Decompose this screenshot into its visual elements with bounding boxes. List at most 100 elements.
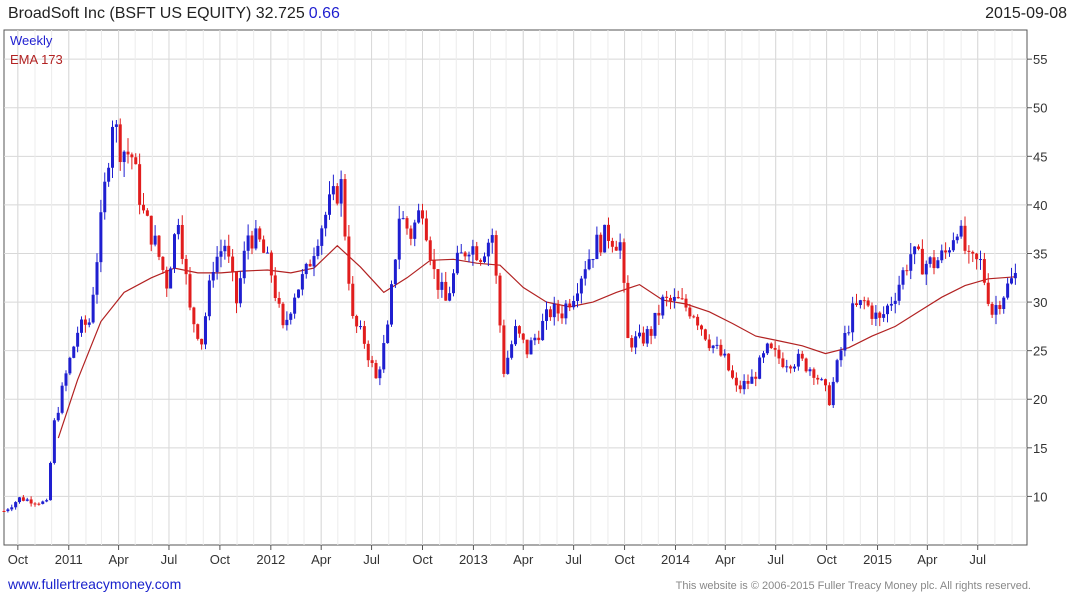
x-tick-label: Apr <box>917 552 938 567</box>
candle-down <box>475 246 479 261</box>
candle-down <box>812 369 816 378</box>
candle-up <box>114 124 118 127</box>
candle-up <box>514 326 517 345</box>
x-tick-label: 2014 <box>661 552 690 567</box>
y-tick-label: 35 <box>1033 246 1047 261</box>
x-tick-label: Apr <box>108 552 129 567</box>
candle-down <box>366 343 370 361</box>
candle-up <box>91 294 95 323</box>
candle-down <box>862 300 866 302</box>
candle-up <box>661 296 665 316</box>
candle-up <box>246 235 250 251</box>
candle-up <box>99 212 103 263</box>
candle-down <box>777 349 781 359</box>
candle-down <box>971 251 975 254</box>
candle-up <box>572 300 576 308</box>
candle-up <box>393 259 397 285</box>
x-tick-label: Oct <box>8 552 29 567</box>
site-link[interactable]: www.fullertreacymoney.com <box>8 576 181 592</box>
candle-up <box>111 126 114 168</box>
candle-up <box>994 305 998 315</box>
candle-up <box>552 303 556 318</box>
candle-down <box>250 235 254 249</box>
candle-up <box>378 369 382 379</box>
candle-down <box>986 282 990 304</box>
candle-down <box>421 210 424 219</box>
x-tick-label: Apr <box>513 552 534 567</box>
candle-up <box>808 369 812 372</box>
candle-down <box>804 358 808 372</box>
candle-up <box>18 497 21 503</box>
candle-down <box>444 281 448 301</box>
candle-up <box>750 376 754 384</box>
candle-up <box>153 235 157 245</box>
candle-down <box>932 257 936 269</box>
candle-down <box>707 339 711 349</box>
candle-up <box>618 242 622 251</box>
candle-up <box>207 280 211 317</box>
candle-up <box>103 181 107 213</box>
candle-down <box>308 263 312 267</box>
candle-down <box>920 248 924 275</box>
candle-down <box>521 333 525 340</box>
candle-up <box>723 353 727 356</box>
candle-down <box>990 303 994 315</box>
candle-up <box>382 343 386 370</box>
candle-down <box>409 228 413 239</box>
y-tick-label: 50 <box>1033 101 1047 116</box>
candle-up <box>312 256 316 267</box>
candle-down <box>227 245 231 257</box>
candle-up <box>320 228 324 246</box>
candle-up <box>758 357 762 379</box>
candle-up <box>87 322 91 325</box>
x-tick-label: Oct <box>412 552 433 567</box>
candle-down <box>641 332 645 344</box>
candle-up <box>211 271 215 281</box>
candle-up <box>254 228 258 249</box>
candle-up <box>1006 283 1010 298</box>
candle-up <box>56 412 60 421</box>
candle-up <box>95 262 99 295</box>
candle-down <box>800 353 804 359</box>
candle-down <box>33 503 37 505</box>
candle-down <box>362 326 366 344</box>
candle-up <box>591 259 595 261</box>
candle-up <box>452 273 455 294</box>
candle-down <box>944 250 948 253</box>
candle-up <box>545 309 548 321</box>
x-tick-label: Apr <box>311 552 332 567</box>
candle-down <box>200 338 204 345</box>
candle-down <box>424 218 428 241</box>
candle-up <box>339 179 343 204</box>
candle-down <box>789 366 793 369</box>
candle-up <box>959 225 963 237</box>
candle-up <box>882 314 886 318</box>
candle-up <box>390 284 393 325</box>
candle-down <box>727 353 731 371</box>
candle-up <box>924 263 928 275</box>
legend-weekly: Weekly <box>10 33 53 48</box>
candle-up <box>25 499 29 501</box>
candle-up <box>886 305 889 315</box>
candle-up <box>955 236 959 241</box>
candle-down <box>998 305 1002 309</box>
x-tick-label: Jul <box>969 552 986 567</box>
candle-up <box>940 250 944 261</box>
candle-up <box>417 210 421 223</box>
candle-up <box>219 251 223 257</box>
candle-down <box>870 305 874 319</box>
candle-down <box>688 307 692 317</box>
candle-up <box>936 260 940 269</box>
candle-down <box>277 297 281 304</box>
candle-up <box>587 259 591 270</box>
candle-down <box>502 325 506 374</box>
candle-down <box>866 300 870 306</box>
candle-down <box>967 250 971 252</box>
candle-up <box>41 501 45 504</box>
candle-up <box>762 353 765 358</box>
candle-up <box>889 303 893 306</box>
candle-down <box>517 326 521 334</box>
candle-up <box>300 274 304 290</box>
candle-up <box>68 357 72 374</box>
candle-up <box>576 293 579 301</box>
